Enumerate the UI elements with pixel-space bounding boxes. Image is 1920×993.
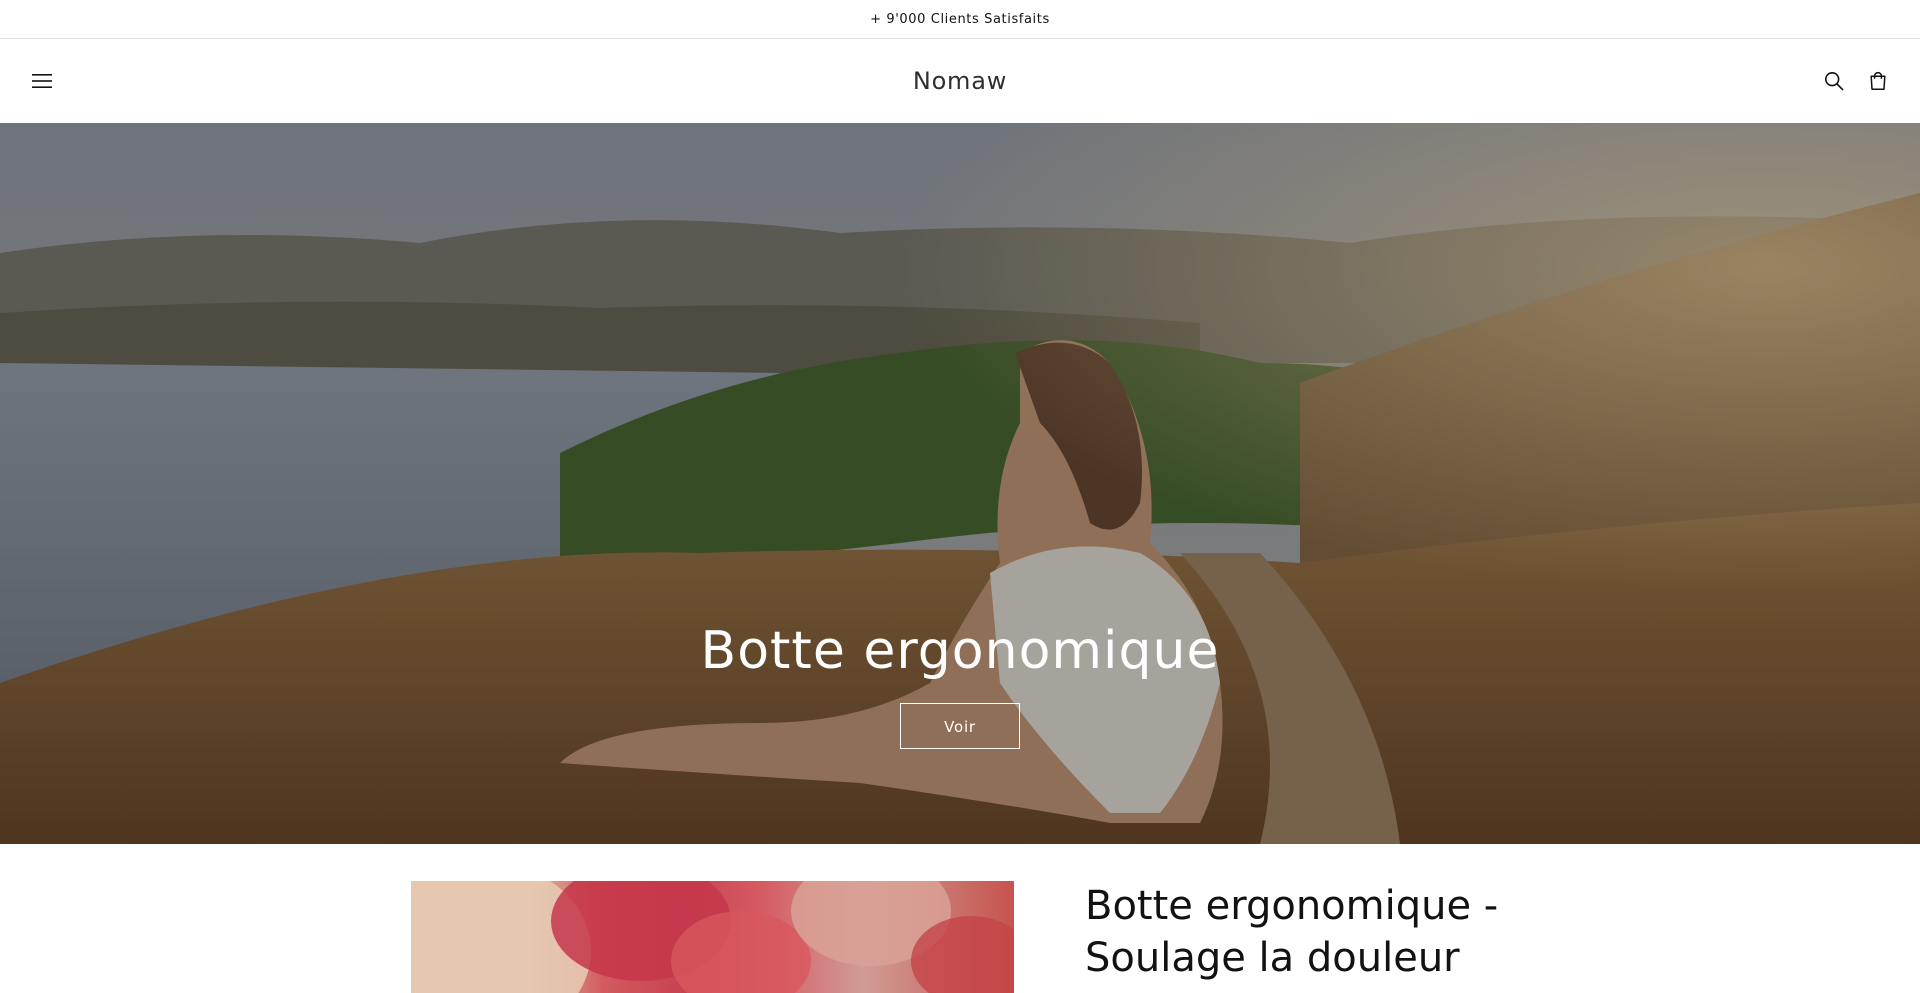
- announcement-bar: + 9'000 Clients Satisfaits: [0, 0, 1920, 39]
- cart-icon: [1870, 71, 1886, 90]
- product-title: Botte ergonomique - Soulage la douleur: [1085, 880, 1585, 984]
- product-image-art: [411, 881, 1014, 993]
- view-button[interactable]: Voir: [900, 703, 1020, 749]
- hero-banner: Botte ergonomique Voir: [0, 123, 1920, 844]
- search-icon: [1824, 71, 1844, 91]
- product-title-line2: Soulage la douleur: [1085, 935, 1460, 981]
- announcement-text: + 9'000 Clients Satisfaits: [870, 11, 1050, 27]
- featured-product: Botte ergonomique - Soulage la douleur: [0, 844, 1920, 993]
- menu-icon: [32, 74, 52, 88]
- product-title-line1: Botte ergonomique -: [1085, 883, 1499, 929]
- product-image[interactable]: [411, 881, 1014, 993]
- hero-content: Botte ergonomique Voir: [0, 621, 1920, 749]
- site-header: Nomaw: [0, 39, 1920, 123]
- cart-button[interactable]: [1864, 67, 1892, 95]
- brand-logo[interactable]: Nomaw: [913, 67, 1007, 95]
- header-actions: [1820, 67, 1892, 95]
- hero-title: Botte ergonomique: [700, 621, 1220, 681]
- search-button[interactable]: [1820, 67, 1848, 95]
- menu-button[interactable]: [28, 67, 56, 95]
